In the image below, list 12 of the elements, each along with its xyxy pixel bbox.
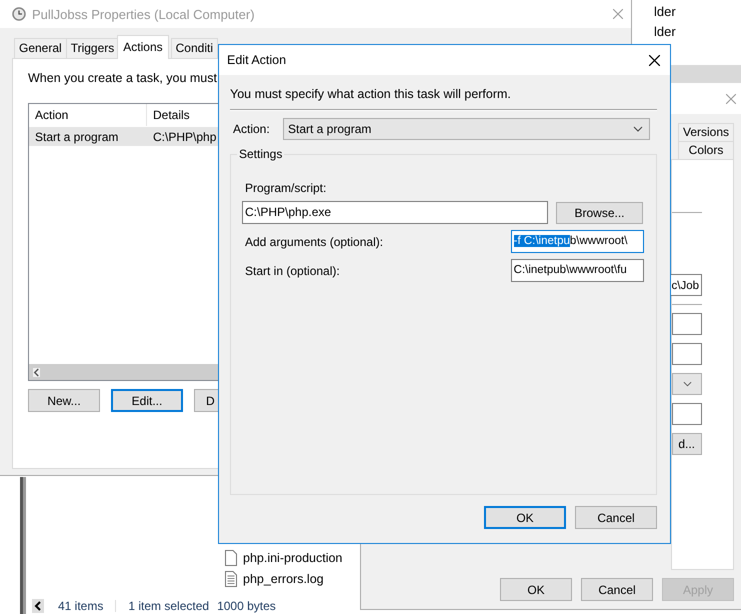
item-count: 41 items: [58, 599, 104, 613]
selection-size: 1000 bytes: [217, 599, 276, 613]
instruction-text: You must specify what action this task will perform.: [230, 87, 512, 103]
group-label: Settings: [237, 147, 284, 161]
action-label: Action:: [232, 122, 271, 136]
window-title: PullJobss Properties (Local Computer): [32, 6, 255, 22]
field-label: Start in (optional):: [244, 264, 341, 278]
instruction-text: When you create a task, you must: [28, 71, 218, 85]
dialog-title: Edit Action: [227, 53, 286, 67]
selection-status: 1 item selected: [128, 599, 210, 613]
field-label: Program/script:: [244, 181, 328, 195]
field-label: Add arguments (optional):: [244, 234, 384, 248]
